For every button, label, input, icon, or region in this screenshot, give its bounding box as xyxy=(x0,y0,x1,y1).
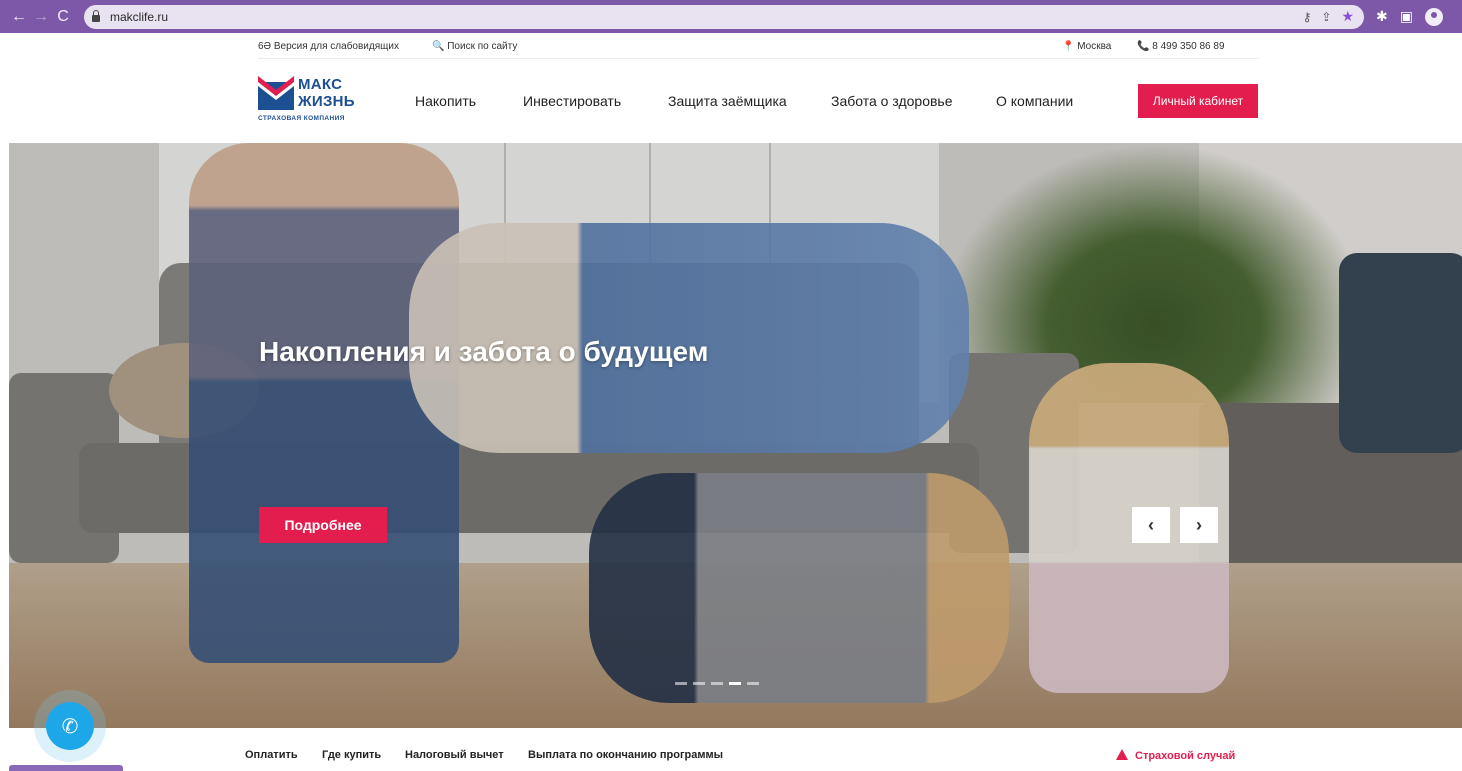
slider-prev-icon[interactable]: ‹ xyxy=(1132,507,1170,543)
bookmark-star-icon[interactable]: ★ xyxy=(1341,8,1354,25)
phone-link[interactable]: 📞 8 499 350 86 89 xyxy=(1137,41,1225,52)
slider-dot[interactable] xyxy=(711,682,723,685)
nav-item-health[interactable]: Забота о здоровье xyxy=(831,93,953,109)
nav-item-about[interactable]: О компании xyxy=(996,93,1073,109)
slider-next-icon[interactable]: › xyxy=(1180,507,1218,543)
lock-icon xyxy=(92,9,100,22)
logo-tagline: СТРАХОВАЯ КОМПАНИЯ xyxy=(258,115,345,122)
key-icon[interactable]: ⚷ xyxy=(1303,10,1312,24)
insured-case-label: Страховой случай xyxy=(1135,750,1236,762)
slider-dot[interactable] xyxy=(693,682,705,685)
slider-dot[interactable] xyxy=(747,682,759,685)
utility-bar: 6Ə Версия для слабовидящих 🔍 Поиск по са… xyxy=(0,38,1462,58)
hero-slider: Накопления и забота о будущем Подробнее … xyxy=(9,143,1462,728)
browser-toolbar: ← → C makclife.ru ⚷ ⇪ ★ ✱ ▣ xyxy=(0,0,1462,33)
quick-link-pay[interactable]: Оплатить xyxy=(245,749,298,761)
insured-case-link[interactable]: Страховой случай xyxy=(1116,749,1235,762)
nav-item-borrower-protection[interactable]: Защита заёмщика xyxy=(668,93,787,109)
hero-more-button[interactable]: Подробнее xyxy=(259,507,387,543)
back-icon[interactable]: ← xyxy=(8,8,30,26)
slider-dot[interactable] xyxy=(675,682,687,685)
nav-item-invest[interactable]: Инвестировать xyxy=(523,93,621,109)
logo-word-2: ЖИЗНЬ xyxy=(298,93,355,110)
phone-call-icon[interactable]: ✆ xyxy=(46,702,94,750)
address-bar[interactable]: makclife.ru ⚷ ⇪ ★ xyxy=(84,4,1364,29)
profile-icon[interactable] xyxy=(1424,7,1443,26)
logo-word-1: МАКС xyxy=(298,76,343,93)
hero-overlay xyxy=(9,143,1462,728)
quick-link-tax-deduction[interactable]: Налоговый вычет xyxy=(405,749,504,761)
callback-widget[interactable]: ✆ xyxy=(34,690,106,762)
logo-mark-icon xyxy=(258,76,294,110)
slider-dots xyxy=(675,682,759,685)
url-text[interactable]: makclife.ru xyxy=(110,10,168,24)
slider-dot[interactable] xyxy=(729,682,741,685)
extensions-icon[interactable]: ✱ xyxy=(1376,8,1388,25)
share-icon[interactable]: ⇪ xyxy=(1321,10,1331,24)
quick-link-where-to-buy[interactable]: Где купить xyxy=(322,749,381,761)
site-search-link[interactable]: 🔍 Поиск по сайту xyxy=(432,41,517,52)
company-logo[interactable]: МАКС ЖИЗНЬ СТРАХОВАЯ КОМПАНИЯ xyxy=(258,74,368,128)
accessibility-link[interactable]: 6Ə Версия для слабовидящих xyxy=(258,41,399,52)
forward-icon[interactable]: → xyxy=(30,8,52,26)
reload-icon[interactable]: C xyxy=(52,8,74,26)
warning-icon xyxy=(1116,749,1128,760)
nav-item-save[interactable]: Накопить xyxy=(415,93,476,109)
personal-account-button[interactable]: Личный кабинет xyxy=(1138,84,1258,118)
chat-tab[interactable] xyxy=(9,765,123,771)
city-selector[interactable]: 📍 Москва xyxy=(1062,41,1111,52)
quick-link-program-payout[interactable]: Выплата по окончанию программы xyxy=(528,749,723,761)
sidepanel-icon[interactable]: ▣ xyxy=(1400,8,1413,25)
utility-divider xyxy=(258,58,1260,59)
hero-title: Накопления и забота о будущем xyxy=(259,336,709,367)
